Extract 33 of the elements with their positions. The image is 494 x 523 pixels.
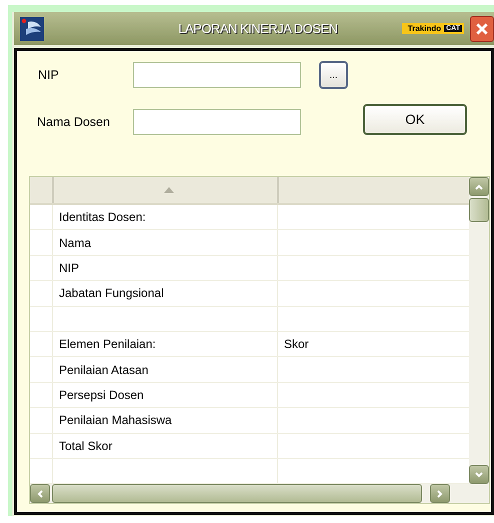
chevron-right-icon: [435, 488, 445, 499]
table-cell: Skor: [284, 337, 309, 352]
field-label: Nama Dosen: [36, 115, 111, 129]
scroll-right-button[interactable]: [430, 484, 450, 504]
field-label: NIP: [37, 68, 60, 82]
table-cell: Penilaian Mahasiswa: [59, 413, 172, 428]
text-field[interactable]: [133, 62, 301, 88]
table-cell: Persepsi Dosen: [59, 388, 144, 402]
close-button[interactable]: [470, 16, 494, 42]
chevron-left-icon: [35, 488, 45, 499]
table-cell: Penilaian Atasan: [59, 362, 148, 377]
header-corner: [30, 177, 54, 203]
scroll-thumb[interactable]: [52, 484, 422, 504]
window-title: LAPORAN KINERJA DOSEN: [177, 21, 339, 36]
table-cell: Jabatan Fungsional: [59, 286, 164, 300]
table-cell: Nama: [59, 236, 92, 250]
text-field[interactable]: [133, 109, 301, 135]
vertical-scrollbar[interactable]: [469, 177, 489, 484]
ok-button[interactable]: OK: [363, 104, 467, 134]
table-cell: Identitas Dosen:: [59, 210, 146, 224]
scroll-left-button[interactable]: [30, 484, 50, 504]
chevron-down-icon: [474, 470, 484, 480]
browse-button[interactable]: ...: [319, 61, 348, 89]
table-cell: NIP: [59, 260, 80, 275]
scroll-thumb[interactable]: [469, 198, 489, 222]
table-cell: Total Skor: [59, 438, 112, 453]
close-icon: [475, 22, 489, 36]
app-logo-icon: [20, 16, 44, 40]
scroll-up-button[interactable]: [469, 177, 489, 196]
horizontal-scrollbar[interactable]: [30, 484, 489, 504]
scroll-down-button[interactable]: [469, 465, 489, 484]
table-cell: Elemen Penilaian:: [59, 337, 156, 352]
sort-arrow-icon: [164, 187, 174, 193]
